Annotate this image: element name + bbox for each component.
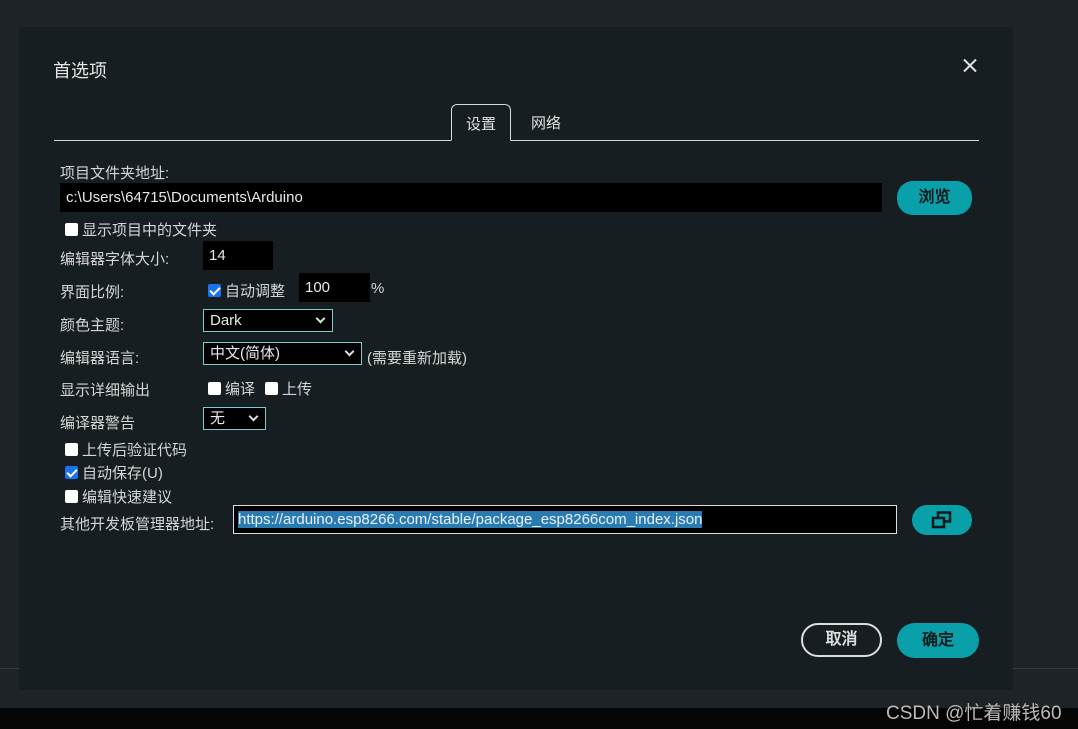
verify-checkbox[interactable]	[65, 443, 78, 456]
language-value: 中文(简体)	[210, 345, 280, 362]
chevron-down-icon	[248, 411, 259, 422]
chevron-down-icon	[315, 313, 326, 324]
verify-label: 上传后验证代码	[82, 442, 188, 459]
autosave-option[interactable]: 自动保存(U)	[65, 462, 163, 483]
board-urls-input[interactable]: https://arduino.esp8266.com/stable/packa…	[233, 505, 897, 534]
show-files-option[interactable]: 显示项目中的文件夹	[65, 219, 217, 240]
scale-unit: %	[371, 280, 385, 297]
verbose-upload-option[interactable]: 上传	[265, 378, 312, 399]
cancel-button[interactable]: 取消	[801, 623, 882, 657]
ok-button[interactable]: 确定	[897, 623, 979, 658]
verbose-label: 显示详细输出	[60, 382, 151, 399]
auto-scale-label: 自动调整	[225, 283, 286, 300]
font-size-label: 编辑器字体大小:	[60, 251, 170, 268]
verbose-compile-option[interactable]: 编译	[208, 378, 255, 399]
warnings-value: 无	[210, 410, 226, 427]
sketchbook-label: 项目文件夹地址:	[60, 165, 170, 182]
scale-label: 界面比例:	[60, 284, 125, 301]
sketchbook-input[interactable]: c:\Users\64715\Documents\Arduino	[60, 183, 882, 212]
quick-suggest-checkbox[interactable]	[65, 490, 78, 503]
warnings-label: 编译器警告	[60, 415, 136, 432]
edit-urls-button[interactable]	[912, 505, 972, 535]
language-select[interactable]: 中文(简体)	[203, 342, 362, 365]
language-note: (需要重新加载)	[367, 350, 467, 367]
scale-input[interactable]: 100	[299, 273, 370, 302]
verbose-upload-label: 上传	[282, 381, 313, 398]
preferences-dialog: 首选项 设置 网络 项目文件夹地址: c:\Users\64715\Docume…	[19, 27, 1013, 690]
browse-button[interactable]: 浏览	[897, 181, 972, 215]
close-icon[interactable]	[959, 55, 981, 77]
tab-network[interactable]: 网络	[517, 104, 575, 141]
board-urls-value: https://arduino.esp8266.com/stable/packa…	[238, 511, 703, 528]
autosave-label: 自动保存(U)	[82, 465, 163, 482]
theme-value: Dark	[210, 312, 242, 329]
verify-option[interactable]: 上传后验证代码	[65, 439, 187, 460]
verbose-compile-label: 编译	[225, 381, 256, 398]
window-copy-icon	[931, 511, 952, 529]
auto-scale-option[interactable]: 自动调整	[208, 280, 285, 301]
quick-suggest-option[interactable]: 编辑快速建议	[65, 486, 172, 507]
tab-settings[interactable]: 设置	[451, 104, 512, 141]
auto-scale-checkbox[interactable]	[208, 284, 221, 297]
quick-suggest-label: 编辑快速建议	[82, 489, 173, 506]
autosave-checkbox[interactable]	[65, 466, 78, 479]
show-files-checkbox[interactable]	[65, 223, 78, 236]
dialog-title: 首选项	[53, 61, 107, 81]
theme-select[interactable]: Dark	[203, 309, 333, 332]
language-label: 编辑器语言:	[60, 350, 140, 367]
verbose-upload-checkbox[interactable]	[265, 382, 278, 395]
watermark: CSDN @忙着赚钱60	[886, 703, 1062, 724]
verbose-compile-checkbox[interactable]	[208, 382, 221, 395]
theme-label: 颜色主题:	[60, 317, 125, 334]
font-size-input[interactable]: 14	[203, 241, 273, 270]
warnings-select[interactable]: 无	[203, 407, 266, 430]
chevron-down-icon	[344, 346, 355, 357]
board-urls-label: 其他开发板管理器地址:	[60, 516, 215, 533]
show-files-label: 显示项目中的文件夹	[82, 222, 218, 239]
